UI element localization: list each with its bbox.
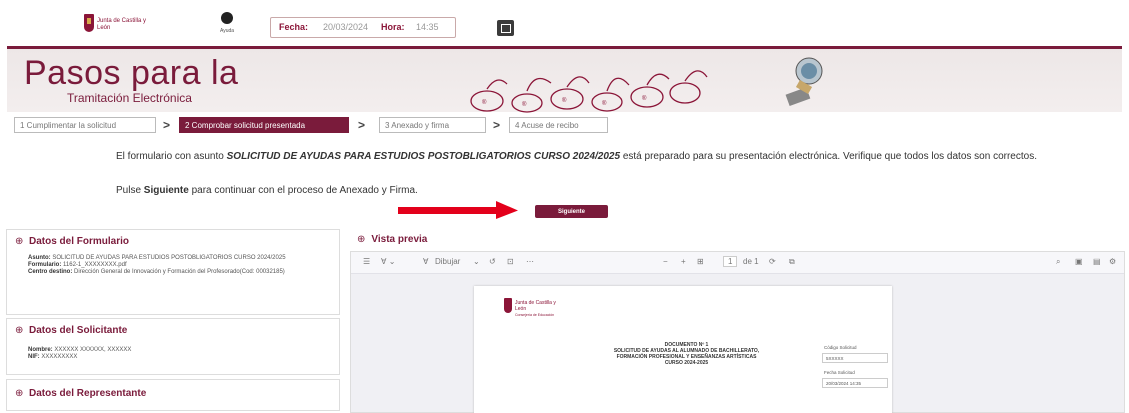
asunto-value: SOLICITUD DE AYUDAS PARA ESTUDIOS POSTOB… xyxy=(52,255,286,261)
chevron-right-icon: > xyxy=(493,118,501,132)
coat-of-arms-icon xyxy=(84,14,94,32)
panel-formulario-title: Datos del Formulario xyxy=(29,236,130,247)
svg-text:®: ® xyxy=(562,97,567,104)
panel-formulario: ⊕ Datos del Formulario Asunto: SOLICITUD … xyxy=(6,229,340,315)
next-button[interactable]: Siguiente xyxy=(535,205,608,218)
panel-representante-title: Datos del Representante xyxy=(29,388,147,399)
banner-subtitle: Tramitación Electrónica xyxy=(67,91,192,105)
svg-text:®: ® xyxy=(522,101,527,108)
svg-text:®: ® xyxy=(482,99,487,106)
print-icon[interactable]: ▤ xyxy=(1093,257,1101,266)
search-icon[interactable]: ⌕ xyxy=(1056,257,1060,267)
centro-label: Centro destino: xyxy=(28,269,73,275)
more-icon[interactable]: ⋯ xyxy=(526,257,534,266)
banner: Pasos para la Tramitación Electrónica ® ®… xyxy=(7,46,1122,113)
expand-icon: ⊕ xyxy=(15,236,24,247)
step-2-comprobar[interactable]: 2 Comprobar solicitud presentada xyxy=(179,117,349,133)
message-text-a: El formulario con asunto xyxy=(116,151,227,162)
save-icon[interactable]: ▣ xyxy=(1075,257,1083,266)
preview-title: Vista previa xyxy=(371,234,428,245)
fecha-solicitud-label: Fecha Solicitud xyxy=(824,370,855,375)
step-1-cumplimentar[interactable]: 1 Cumplimentar la solicitud xyxy=(14,117,156,133)
formulario-label: Formulario: xyxy=(28,262,62,268)
pdf-viewer[interactable]: ☰ ∀ ⌄ ∀ Dibujar ⌄ ↺ ⊡ ⋯ − + ⊞ 1 de 1 ⟳ ⧉… xyxy=(350,251,1125,413)
zoom-in-icon[interactable]: + xyxy=(681,257,686,266)
doc-title: DOCUMENTO Nº 1 SOLICITUD DE AYUDAS AL AL… xyxy=(564,342,809,366)
expand-icon: ⊕ xyxy=(15,388,24,399)
hora-value: 14:35 xyxy=(416,22,439,32)
doc-logo: Junta de Castilla y León Consejería de E… xyxy=(504,298,564,320)
junta-logo[interactable]: Junta de Castilla y León xyxy=(84,14,147,38)
top-bar: Junta de Castilla y León Ayuda Fecha: 20… xyxy=(0,0,1129,46)
highlight-icon[interactable]: ∀ ⌄ xyxy=(381,257,395,266)
page-input[interactable]: 1 xyxy=(723,256,738,267)
info-instruction: Pulse Siguiente para continuar con el pr… xyxy=(116,185,418,196)
help-button[interactable]: Ayuda xyxy=(215,12,239,40)
fecha-value: 20/03/2024 xyxy=(323,22,369,32)
nif-label: NIF: xyxy=(28,354,40,360)
info-message: El formulario con asunto SOLICITUD DE AY… xyxy=(116,151,1046,163)
message-subject: SOLICITUD DE AYUDAS PARA ESTUDIOS POSTOB… xyxy=(226,151,621,162)
window-icon[interactable] xyxy=(497,20,514,36)
nif-value: XXXXXXXXX xyxy=(41,354,78,360)
rotate-icon[interactable]: ↺ xyxy=(489,257,496,266)
doc-title-line: CURSO 2024-2025 xyxy=(664,360,709,366)
red-arrow-icon xyxy=(398,201,518,219)
two-page-icon[interactable]: ⧉ xyxy=(789,257,795,267)
user-icon xyxy=(221,12,233,24)
fecha-solicitud-field: 20/03/2024 14:35 xyxy=(822,378,888,388)
panel-solicitante-title: Datos del Solicitante xyxy=(29,325,128,336)
panel-formulario-header[interactable]: ⊕ Datos del Formulario xyxy=(15,236,129,247)
pdf-page: Junta de Castilla y León Consejería de E… xyxy=(474,286,892,413)
panel-solicitante: ⊕ Datos del Solicitante Nombre: XXXXXX XX… xyxy=(6,318,340,375)
fit-page-icon[interactable]: ⊞ xyxy=(697,257,704,266)
formulario-value: 1162-1_XXXXXXXX.pdf xyxy=(63,262,127,268)
fit-icon[interactable]: ⊡ xyxy=(507,257,514,266)
draw-icon[interactable]: ∀ xyxy=(423,257,428,266)
centro-value: Dirección General de Innovación y Formac… xyxy=(74,269,285,275)
nombre-value: XXXXXX XXXXXX, XXXXXX xyxy=(54,347,132,353)
zoom-out-icon[interactable]: − xyxy=(663,257,668,266)
doc-logo-name: Junta de Castilla y León xyxy=(515,300,556,312)
panel-formulario-body: Asunto: SOLICITUD DE AYUDAS PARA ESTUDIO… xyxy=(28,255,328,276)
instruction-b: Siguiente xyxy=(143,185,189,196)
hora-label: Hora: xyxy=(381,22,405,32)
doc-logo-sub: Consejería de Educación xyxy=(515,313,555,317)
nombre-label: Nombre: xyxy=(28,347,53,353)
page-count: de 1 xyxy=(743,257,759,266)
svg-text:®: ® xyxy=(602,100,607,107)
chevron-down-icon: ⌄ xyxy=(473,257,480,266)
coat-of-arms-icon xyxy=(504,298,512,313)
pdf-toolbar: ☰ ∀ ⌄ ∀ Dibujar ⌄ ↺ ⊡ ⋯ − + ⊞ 1 de 1 ⟳ ⧉… xyxy=(351,252,1124,274)
svg-text:®: ® xyxy=(642,95,647,102)
message-text-b: está preparado para su presentación elec… xyxy=(620,151,1037,162)
preview-header[interactable]: ⊕ Vista previa xyxy=(357,234,427,245)
expand-icon: ⊕ xyxy=(15,325,24,336)
banner-title: Pasos para la xyxy=(24,54,239,92)
settings-icon[interactable]: ⚙ xyxy=(1109,257,1116,266)
logo-text: Junta de Castilla y León xyxy=(97,18,147,31)
doc-logo-text: Junta de Castilla y León Consejería de E… xyxy=(515,300,564,318)
step-4-acuse[interactable]: 4 Acuse de recibo xyxy=(509,117,608,133)
fecha-label: Fecha: xyxy=(279,22,309,32)
instruction-a: Pulse xyxy=(116,185,144,196)
chevron-right-icon: > xyxy=(163,118,171,132)
codigo-field: 5XXXXX xyxy=(822,353,888,363)
stamps-illustration: ® ® ® ® ® xyxy=(470,57,823,113)
step-3-anexado[interactable]: 3 Anexado y firma xyxy=(379,117,486,133)
sidebar-toggle-icon[interactable]: ☰ xyxy=(363,257,370,266)
rotate-page-icon[interactable]: ⟳ xyxy=(769,257,776,266)
expand-icon: ⊕ xyxy=(357,234,366,245)
codigo-label: Código Solicitud xyxy=(824,345,857,350)
asunto-label: Asunto: xyxy=(28,255,51,261)
help-label: Ayuda xyxy=(219,28,235,34)
panel-representante-header[interactable]: ⊕ Datos del Representante xyxy=(15,388,146,399)
panel-representante: ⊕ Datos del Representante xyxy=(6,379,340,411)
panel-solicitante-header[interactable]: ⊕ Datos del Solicitante xyxy=(15,325,127,336)
chevron-right-icon: > xyxy=(358,118,366,132)
date-time-box: Fecha: 20/03/2024 Hora: 14:35 xyxy=(270,17,456,38)
panel-solicitante-body: Nombre: XXXXXX XXXXXX, XXXXXX NIF: XXXXX… xyxy=(28,347,328,361)
instruction-c: para continuar con el proceso de Anexado… xyxy=(188,185,418,196)
draw-label[interactable]: Dibujar xyxy=(435,257,460,266)
